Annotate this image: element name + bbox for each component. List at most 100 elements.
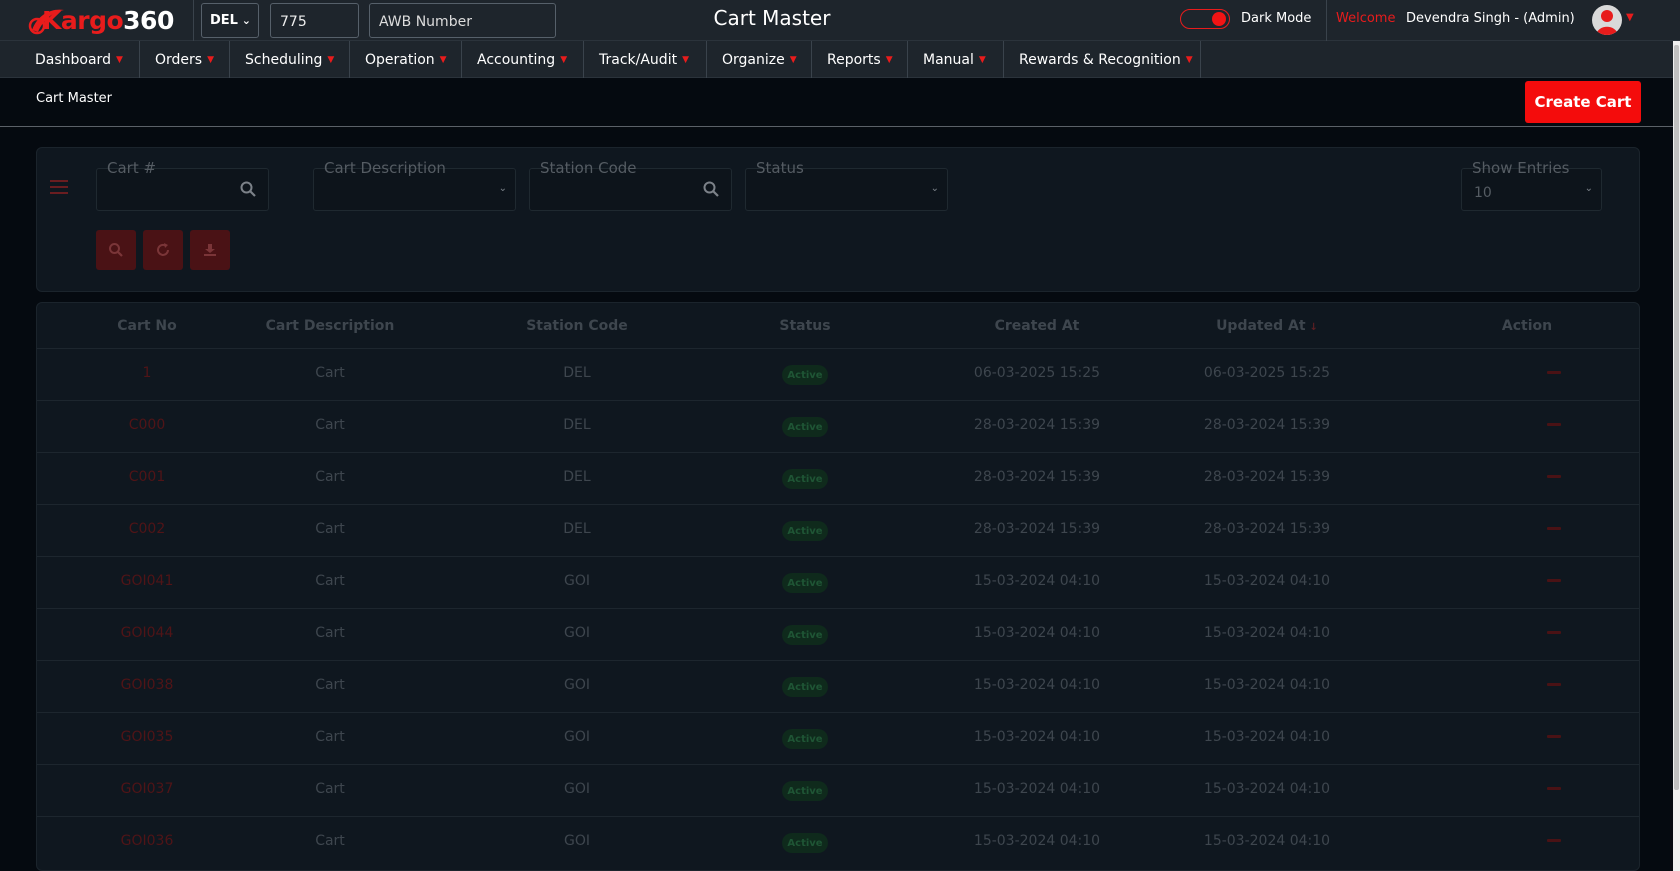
scrollbar-thumb[interactable] — [1674, 45, 1679, 790]
nav-manual[interactable]: Manual ▼ — [908, 41, 1004, 78]
dark-mode-toggle[interactable] — [1180, 9, 1230, 29]
avatar[interactable] — [1592, 5, 1622, 35]
search-button[interactable] — [96, 230, 136, 270]
cart-no-cell[interactable]: GOI035 — [77, 729, 217, 745]
cart-description-select[interactable]: Cart Description ⌄ — [313, 159, 516, 211]
edit-action-icon[interactable] — [1547, 527, 1561, 530]
awb-prefix-input[interactable]: 775 — [270, 3, 359, 38]
cart-no-cell[interactable]: GOI044 — [77, 625, 217, 641]
awb-number-input[interactable]: AWB Number — [369, 3, 556, 38]
updated-at-cell: 06-03-2025 15:25 — [1203, 365, 1331, 381]
filter-panel: Cart # Cart Description ⌄ Station Code S… — [36, 147, 1640, 292]
toggle-knob — [1212, 12, 1226, 26]
cart-description-cell: Cart — [315, 365, 345, 381]
table-row: GOI035 Cart GOI 15-03-2024 04:10 15-03-2024 … — [37, 712, 1639, 764]
page-title: Cart Master — [713, 6, 831, 30]
divider — [1326, 0, 1327, 41]
cart-no-cell[interactable]: C000 — [77, 417, 217, 433]
created-at-cell: 06-03-2025 15:25 — [973, 365, 1101, 381]
edit-action-icon[interactable] — [1547, 839, 1561, 842]
carts-table: Cart No Cart Description Station Code St… — [36, 302, 1640, 871]
nav-orders[interactable]: Orders ▼ — [140, 41, 230, 78]
column-header-cart-no[interactable]: Cart No — [77, 318, 217, 334]
nav-organize[interactable]: Organize ▼ — [707, 41, 812, 78]
nav-label: Accounting — [477, 51, 556, 68]
nav-label: Orders — [155, 51, 203, 68]
edit-action-icon[interactable] — [1547, 631, 1561, 634]
menu-icon[interactable] — [50, 180, 68, 194]
nav-reports[interactable]: Reports ▼ — [812, 41, 908, 78]
chevron-down-icon: ▼ — [560, 54, 568, 65]
column-header-cart-description[interactable]: Cart Description — [240, 318, 420, 334]
station-code-cell: GOI — [564, 833, 590, 849]
edit-action-icon[interactable] — [1547, 371, 1561, 374]
table-row: 1 Cart DEL 06-03-2025 15:25 06-03-2025 15:25… — [37, 348, 1639, 400]
cart-no-cell[interactable]: GOI036 — [77, 833, 217, 849]
edit-action-icon[interactable] — [1547, 423, 1561, 426]
column-header-action: Action — [1501, 318, 1553, 334]
nav-rewards-recognition[interactable]: Rewards & Recognition ▼ — [1004, 41, 1201, 78]
cart-description-cell: Cart — [315, 521, 345, 537]
cart-no-cell[interactable]: C002 — [77, 521, 217, 537]
edit-action-icon[interactable] — [1547, 683, 1561, 686]
column-header-status[interactable]: Status — [750, 318, 860, 334]
cart-number-field[interactable]: Cart # — [96, 159, 269, 211]
column-header-updated-at[interactable]: Updated At ↓ — [1187, 318, 1347, 334]
user-avatar-icon — [1596, 10, 1618, 35]
field-label: Station Code — [540, 159, 637, 177]
nav-label: Operation — [365, 51, 435, 68]
table-row: GOI038 Cart GOI 15-03-2024 04:10 15-03-2024 … — [37, 660, 1639, 712]
edit-action-icon[interactable] — [1547, 579, 1561, 582]
column-header-created-at[interactable]: Created At — [957, 318, 1117, 334]
nav-accounting[interactable]: Accounting ▼ — [462, 41, 584, 78]
cart-no-cell[interactable]: C001 — [77, 469, 217, 485]
chevron-down-icon: ▼ — [978, 54, 986, 65]
edit-action-icon[interactable] — [1547, 787, 1561, 790]
download-button[interactable] — [190, 230, 230, 270]
chevron-down-icon: ⌄ — [1584, 183, 1593, 194]
station-code-cell: GOI — [564, 729, 590, 745]
entries-value: 10 — [1474, 185, 1492, 201]
logo[interactable]: Kargo360 — [28, 3, 190, 37]
chevron-down-icon[interactable]: ▼ — [1626, 12, 1634, 23]
search-icon[interactable] — [240, 181, 256, 197]
updated-at-cell: 15-03-2024 04:10 — [1203, 781, 1331, 797]
reset-button[interactable] — [143, 230, 183, 270]
updated-at-cell: 28-03-2024 15:39 — [1203, 521, 1331, 537]
create-cart-button[interactable]: Create Cart — [1525, 81, 1641, 123]
nav-track-audit[interactable]: Track/Audit ▼ — [584, 41, 707, 78]
cart-no-cell[interactable]: 1 — [77, 365, 217, 381]
nav-label: Dashboard — [35, 51, 111, 68]
download-icon — [204, 244, 216, 256]
cart-description-cell: Cart — [315, 625, 345, 641]
field-label: Show Entries — [1472, 159, 1570, 177]
cart-no-cell[interactable]: GOI037 — [77, 781, 217, 797]
edit-action-icon[interactable] — [1547, 735, 1561, 738]
cart-no-cell[interactable]: GOI038 — [77, 677, 217, 693]
show-entries-select[interactable]: Show Entries 10 ⌄ — [1461, 159, 1602, 211]
status-badge: Active — [782, 625, 828, 645]
nav-dashboard[interactable]: Dashboard ▼ — [20, 41, 140, 78]
nav-scheduling[interactable]: Scheduling ▼ — [230, 41, 350, 78]
station-code-cell: DEL — [563, 365, 591, 381]
station-code-field[interactable]: Station Code — [529, 159, 732, 211]
nav-operation[interactable]: Operation ▼ — [350, 41, 462, 78]
cart-no-cell[interactable]: GOI041 — [77, 573, 217, 589]
cart-description-cell: Cart — [315, 833, 345, 849]
logo-swoosh-icon — [28, 9, 64, 35]
field-label: Cart # — [107, 159, 157, 177]
edit-action-icon[interactable] — [1547, 475, 1561, 478]
status-badge: Active — [782, 573, 828, 593]
chevron-down-icon: ⌄ — [498, 183, 507, 194]
chevron-down-icon: ⌄ — [241, 14, 251, 27]
status-select[interactable]: Status ⌄ — [745, 159, 948, 211]
chevron-down-icon: ▼ — [115, 54, 123, 65]
updated-at-cell: 15-03-2024 04:10 — [1203, 677, 1331, 693]
chevron-down-icon: ▼ — [682, 54, 689, 65]
chevron-down-icon: ▼ — [439, 54, 447, 65]
station-code-cell: GOI — [564, 677, 590, 693]
cart-description-cell: Cart — [315, 469, 345, 485]
column-header-station-code[interactable]: Station Code — [497, 318, 657, 334]
search-icon[interactable] — [703, 181, 719, 197]
station-select[interactable]: DEL ⌄ — [201, 3, 259, 38]
